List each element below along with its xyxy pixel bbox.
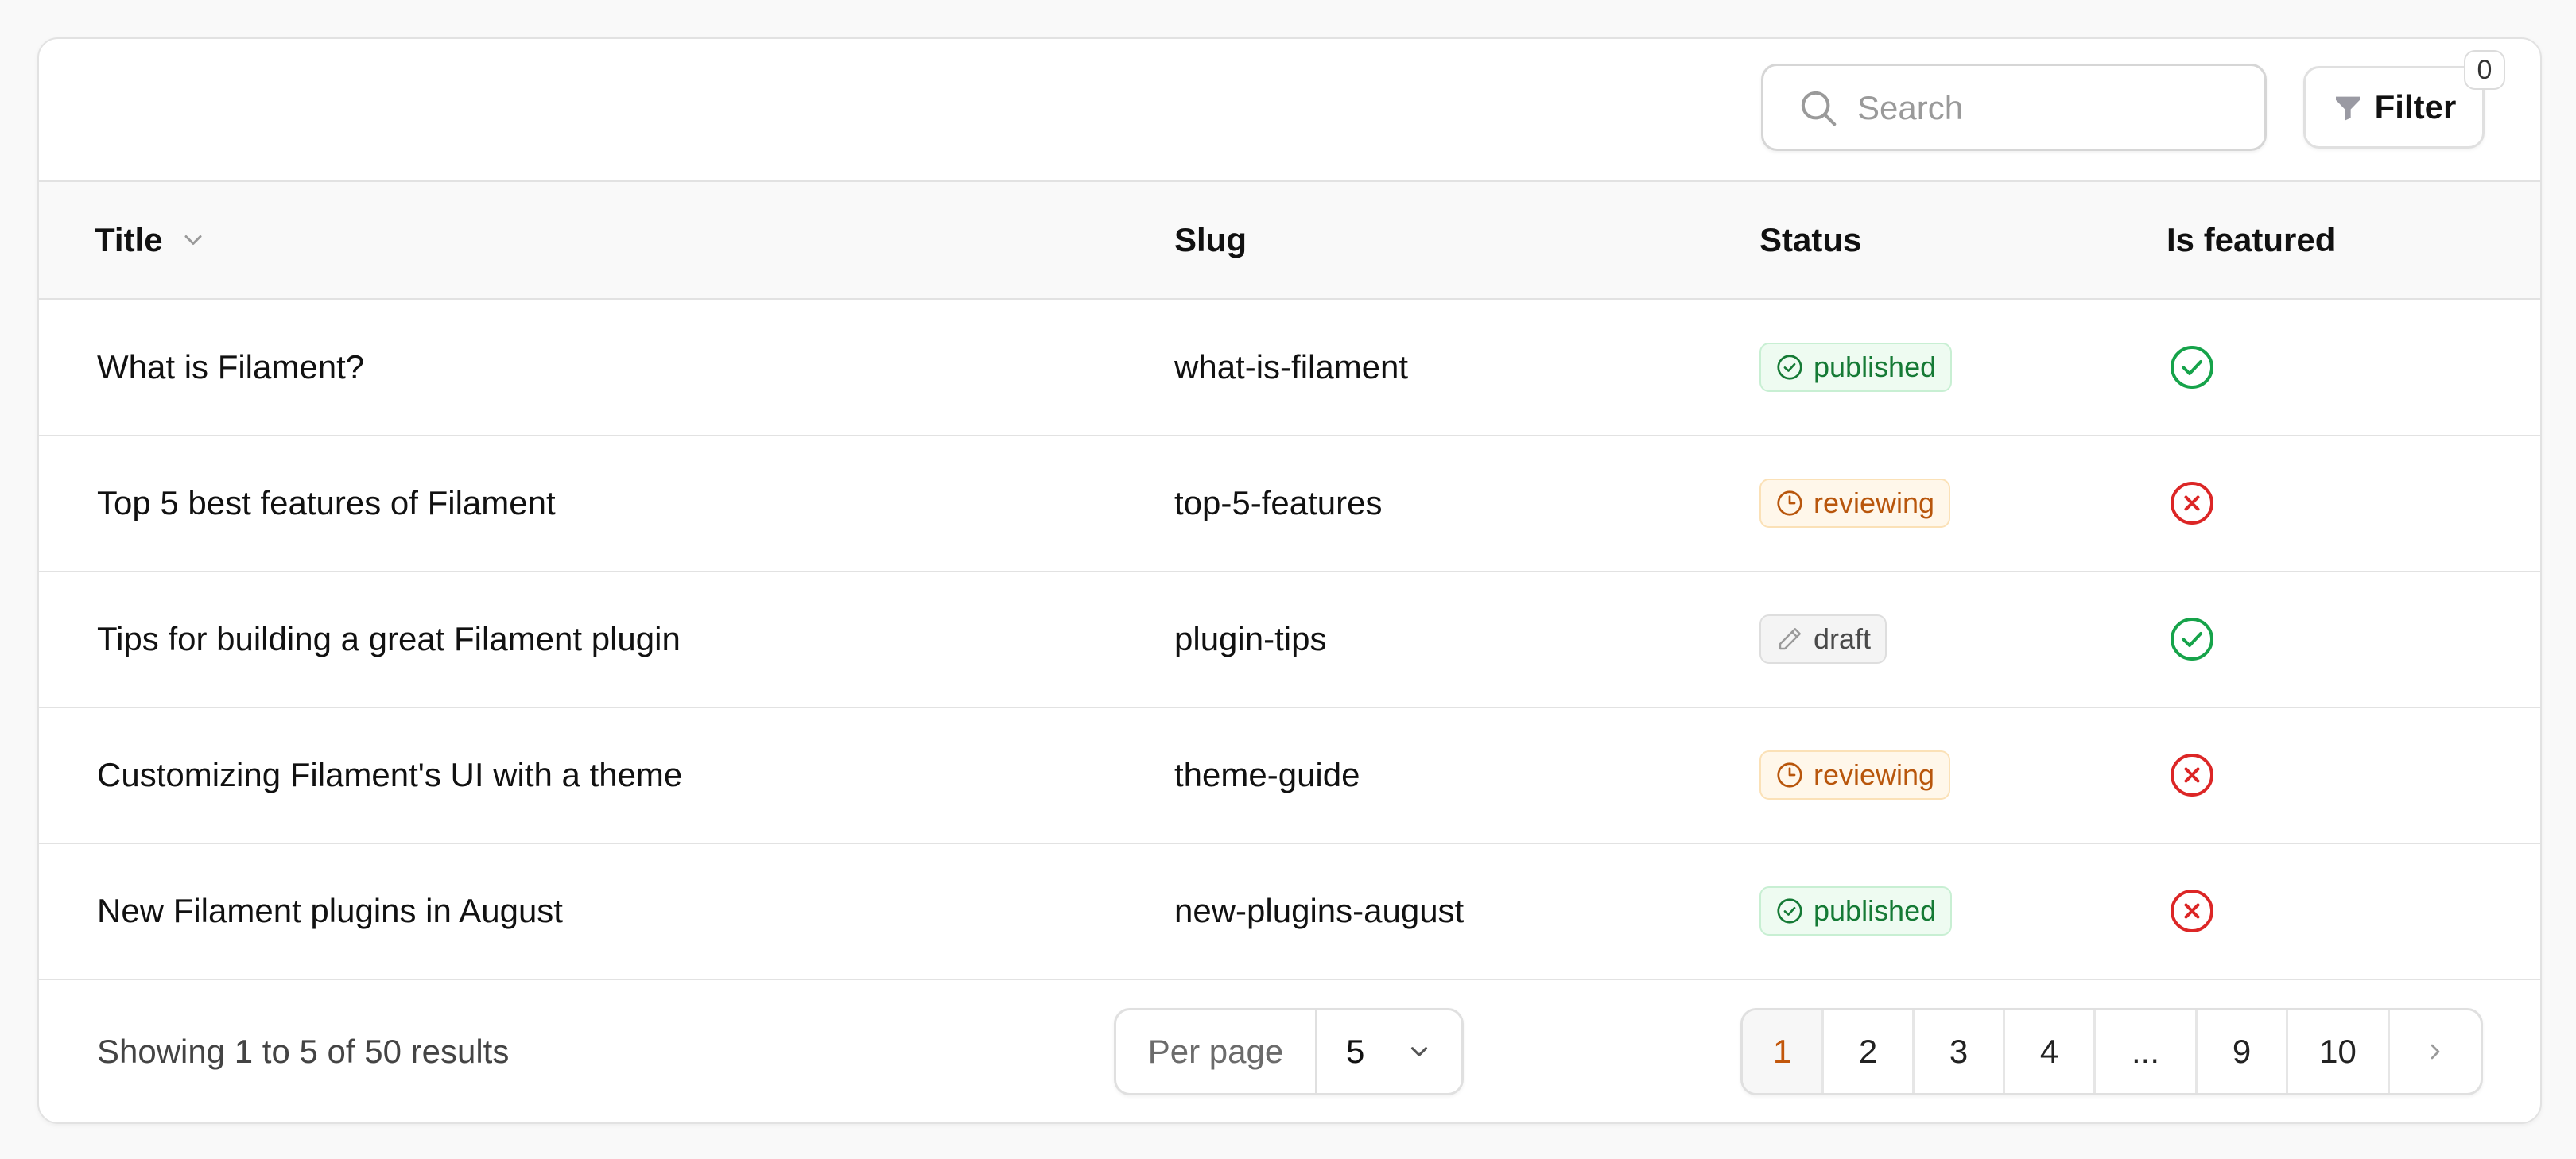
status-label: reviewing — [1814, 758, 1935, 791]
status-label: published — [1814, 894, 1937, 927]
table-footer: Showing 1 to 5 of 50 results Per page 5 … — [39, 981, 2540, 1122]
x-circle-icon — [2171, 890, 2213, 932]
x-circle-icon — [2171, 482, 2213, 525]
status-badge: reviewing — [1759, 479, 1951, 528]
clock-icon — [1777, 762, 1802, 788]
status-label: reviewing — [1814, 486, 1935, 519]
search-box[interactable] — [1761, 64, 2267, 151]
search-input[interactable] — [1856, 82, 2240, 134]
status-badge: published — [1759, 343, 1953, 392]
per-page-dropdown[interactable]: 5 — [1317, 1010, 1461, 1093]
x-circle-icon — [2171, 754, 2213, 797]
chevron-down-icon — [184, 235, 202, 245]
pagination: 1 2 3 4... 9 10 — [1740, 1008, 2483, 1095]
column-header-slug: Slug — [1174, 221, 1247, 258]
check-circle-icon — [2171, 346, 2213, 389]
page-button[interactable]: 3 — [1915, 1010, 2005, 1093]
row-featured — [2168, 843, 2216, 979]
row-status: reviewing — [1759, 436, 1951, 571]
table-row[interactable]: New Filament plugins in August new-plugin… — [39, 843, 2540, 980]
table-row[interactable]: Tips for building a great Filament plugi… — [39, 572, 2540, 708]
pagination-ellipsis: ... — [2096, 1010, 2198, 1093]
per-page-label: Per page — [1116, 1010, 1317, 1093]
column-header-status: Status — [1759, 221, 1862, 258]
table-header: Title Slug Status Is featured — [39, 182, 2540, 300]
page-button[interactable]: 4 — [2005, 1010, 2096, 1093]
check-circle-icon — [1777, 355, 1802, 380]
row-slug: theme-guide — [1174, 756, 1360, 793]
results-summary: Showing 1 to 5 of 50 results — [97, 1033, 510, 1070]
row-title: Tips for building a great Filament plugi… — [97, 620, 681, 657]
table-toolbar: Filter 0 — [39, 39, 2540, 182]
table-card: Filter 0 Title Slug Status Is featured W… — [37, 37, 2542, 1124]
row-featured — [2168, 300, 2216, 435]
column-title-label: Title — [95, 221, 163, 258]
pencil-icon — [1779, 628, 1801, 650]
check-circle-icon — [1777, 898, 1802, 924]
chevron-right-icon — [2431, 1044, 2440, 1060]
page-button[interactable]: 10 — [2288, 1010, 2390, 1093]
per-page-select[interactable]: Per page 5 — [1114, 1008, 1464, 1095]
row-slug: new-plugins-august — [1174, 892, 1465, 929]
row-slug: what-is-filament — [1174, 348, 1409, 386]
row-title: What is Filament? — [97, 348, 365, 386]
row-status: published — [1759, 843, 1953, 979]
page-button[interactable]: 2 — [1824, 1010, 1915, 1093]
row-status: reviewing — [1759, 707, 1951, 843]
column-header-title[interactable]: Title — [95, 182, 208, 298]
funnel-icon — [2335, 96, 2360, 121]
filter-label: Filter — [2374, 88, 2457, 126]
table-row[interactable]: Customizing Filament's UI with a theme th… — [39, 707, 2540, 844]
status-badge: published — [1759, 886, 1953, 936]
row-status: draft — [1759, 572, 1887, 707]
row-slug: plugin-tips — [1174, 620, 1327, 657]
table-row[interactable]: Top 5 best features of Filament top-5-fea… — [39, 436, 2540, 572]
row-status: published — [1759, 300, 1953, 435]
row-title: Customizing Filament's UI with a theme — [97, 756, 683, 793]
search-icon — [1801, 91, 1837, 126]
table-row[interactable]: What is Filament? what-is-filament publish… — [39, 300, 2540, 436]
filter-count-badge: 0 — [2464, 50, 2505, 90]
page-button[interactable]: 9 — [2198, 1010, 2288, 1093]
status-label: draft — [1814, 622, 1872, 655]
page-button[interactable]: 1 — [1743, 1010, 1824, 1093]
row-slug: top-5-features — [1174, 484, 1383, 521]
chevron-down-icon — [1410, 1047, 1428, 1056]
filter-button[interactable]: Filter — [2303, 66, 2485, 149]
row-title: New Filament plugins in August — [97, 892, 563, 929]
row-title: Top 5 best features of Filament — [97, 484, 556, 521]
column-header-featured: Is featured — [2167, 221, 2336, 258]
row-featured — [2168, 707, 2216, 843]
status-badge: draft — [1759, 614, 1887, 664]
row-featured — [2168, 572, 2216, 707]
status-badge: reviewing — [1759, 750, 1951, 800]
row-featured — [2168, 436, 2216, 571]
per-page-value: 5 — [1346, 1033, 1365, 1070]
next-page-button[interactable] — [2390, 1010, 2481, 1093]
check-circle-icon — [2171, 618, 2213, 661]
clock-icon — [1777, 490, 1802, 516]
status-label: published — [1814, 351, 1937, 383]
